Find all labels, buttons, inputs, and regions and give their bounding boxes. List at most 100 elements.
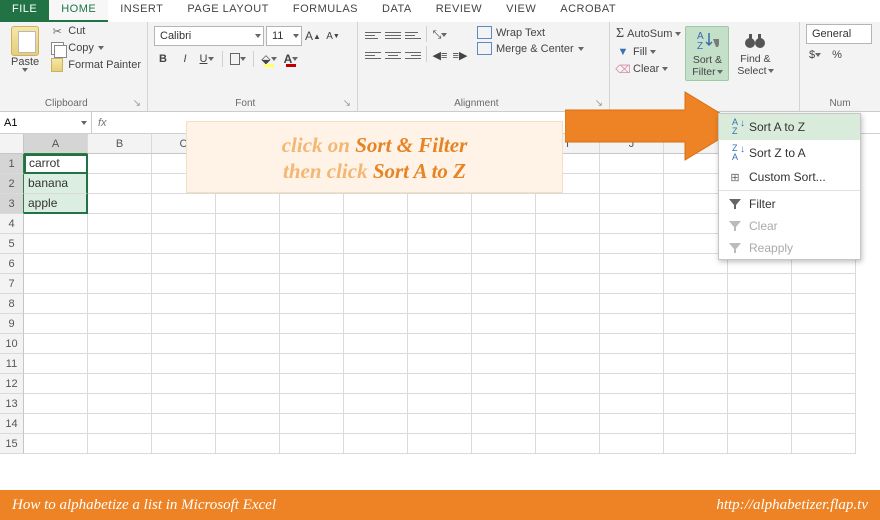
- cell[interactable]: [344, 434, 408, 454]
- cell[interactable]: [24, 254, 88, 274]
- font-color-button[interactable]: A: [282, 50, 300, 68]
- align-center-button[interactable]: [384, 46, 402, 64]
- cell[interactable]: [408, 414, 472, 434]
- cell[interactable]: [600, 174, 664, 194]
- cell[interactable]: [472, 314, 536, 334]
- cell[interactable]: [24, 354, 88, 374]
- cell[interactable]: [88, 174, 152, 194]
- align-top-button[interactable]: [364, 26, 382, 44]
- cell[interactable]: [88, 214, 152, 234]
- row-header-11[interactable]: 11: [0, 354, 24, 374]
- cell[interactable]: [344, 274, 408, 294]
- cell[interactable]: [24, 294, 88, 314]
- cell[interactable]: [152, 294, 216, 314]
- cell[interactable]: [600, 314, 664, 334]
- select-all-corner[interactable]: [0, 134, 24, 154]
- row-header-10[interactable]: 10: [0, 334, 24, 354]
- cell[interactable]: [88, 154, 152, 174]
- cut-button[interactable]: ✂Cut: [50, 24, 141, 38]
- cell[interactable]: [88, 194, 152, 214]
- row-header-8[interactable]: 8: [0, 294, 24, 314]
- cell[interactable]: [152, 354, 216, 374]
- tab-view[interactable]: VIEW: [494, 0, 548, 22]
- row-header-1[interactable]: 1: [0, 154, 24, 174]
- tab-home[interactable]: HOME: [49, 0, 108, 22]
- cell[interactable]: [472, 354, 536, 374]
- row-header-12[interactable]: 12: [0, 374, 24, 394]
- cell[interactable]: [600, 354, 664, 374]
- cell[interactable]: [280, 314, 344, 334]
- cell[interactable]: [536, 294, 600, 314]
- cell[interactable]: [216, 254, 280, 274]
- row-header-13[interactable]: 13: [0, 394, 24, 414]
- italic-button[interactable]: I: [176, 50, 194, 68]
- cell[interactable]: [600, 374, 664, 394]
- cell[interactable]: [536, 194, 600, 214]
- tab-acrobat[interactable]: ACROBAT: [548, 0, 628, 22]
- underline-button[interactable]: U: [198, 50, 216, 68]
- cell[interactable]: [408, 354, 472, 374]
- align-bottom-button[interactable]: [404, 26, 422, 44]
- row-header-5[interactable]: 5: [0, 234, 24, 254]
- cell[interactable]: [408, 294, 472, 314]
- bold-button[interactable]: B: [154, 50, 172, 68]
- cell[interactable]: [280, 194, 344, 214]
- cell[interactable]: [600, 274, 664, 294]
- menu-filter[interactable]: Filter: [719, 193, 860, 215]
- cell[interactable]: [472, 394, 536, 414]
- cell[interactable]: [408, 334, 472, 354]
- cell[interactable]: [216, 434, 280, 454]
- cell[interactable]: [536, 354, 600, 374]
- cell[interactable]: [24, 394, 88, 414]
- tab-review[interactable]: REVIEW: [424, 0, 494, 22]
- cell[interactable]: [88, 314, 152, 334]
- cell[interactable]: [472, 294, 536, 314]
- cell[interactable]: [24, 274, 88, 294]
- chevron-down-icon[interactable]: [81, 121, 87, 125]
- cell[interactable]: [216, 354, 280, 374]
- cell[interactable]: [280, 334, 344, 354]
- cell[interactable]: [344, 254, 408, 274]
- cell[interactable]: [728, 394, 792, 414]
- cell[interactable]: [216, 314, 280, 334]
- dialog-launcher-icon[interactable]: ↘: [133, 98, 141, 109]
- cell[interactable]: [280, 414, 344, 434]
- cell[interactable]: [216, 274, 280, 294]
- cell[interactable]: [152, 314, 216, 334]
- menu-custom-sort[interactable]: ⊞Custom Sort...: [719, 166, 860, 188]
- cell[interactable]: [472, 274, 536, 294]
- align-middle-button[interactable]: [384, 26, 402, 44]
- format-painter-button[interactable]: Format Painter: [50, 58, 141, 72]
- sort-filter-button[interactable]: AZ Sort & Filter: [685, 26, 729, 81]
- cell-A2[interactable]: banana: [24, 174, 88, 194]
- cell[interactable]: [280, 234, 344, 254]
- fill-color-button[interactable]: ⬙: [260, 50, 278, 68]
- cell[interactable]: [216, 214, 280, 234]
- cell[interactable]: [792, 354, 856, 374]
- cell[interactable]: [280, 214, 344, 234]
- row-header-15[interactable]: 15: [0, 434, 24, 454]
- cell[interactable]: [792, 394, 856, 414]
- cell[interactable]: [88, 274, 152, 294]
- cell[interactable]: [536, 254, 600, 274]
- cell[interactable]: [88, 294, 152, 314]
- cell[interactable]: [472, 234, 536, 254]
- cell[interactable]: [472, 374, 536, 394]
- cell[interactable]: [600, 234, 664, 254]
- cell[interactable]: [344, 414, 408, 434]
- wrap-text-button[interactable]: Wrap Text: [477, 26, 584, 39]
- cell[interactable]: [536, 394, 600, 414]
- fx-icon[interactable]: fx: [92, 117, 113, 129]
- increase-indent-button[interactable]: ≡▶: [451, 46, 469, 64]
- cell[interactable]: [600, 294, 664, 314]
- cell[interactable]: [792, 374, 856, 394]
- cell[interactable]: [216, 294, 280, 314]
- cell[interactable]: [152, 234, 216, 254]
- cell[interactable]: [344, 334, 408, 354]
- cell[interactable]: [88, 334, 152, 354]
- cell[interactable]: [24, 414, 88, 434]
- cell[interactable]: [600, 214, 664, 234]
- row-header-14[interactable]: 14: [0, 414, 24, 434]
- cell[interactable]: [728, 414, 792, 434]
- cell[interactable]: [344, 314, 408, 334]
